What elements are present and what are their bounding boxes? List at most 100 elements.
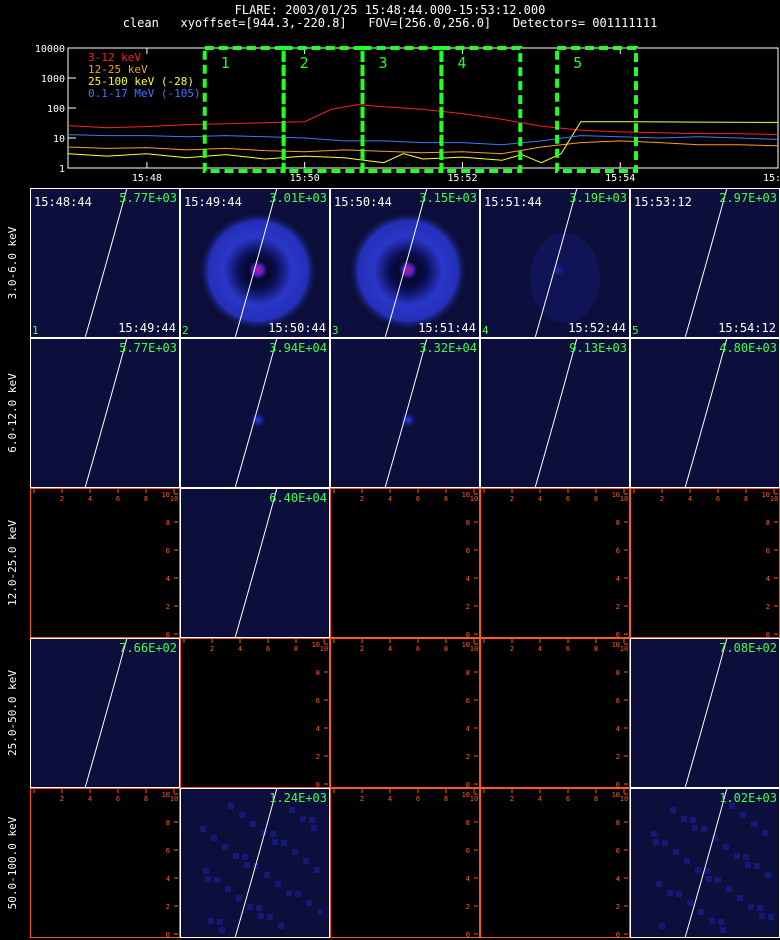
axis-tick-label: 4: [538, 795, 542, 803]
energy-band-label: 3.0-6.0 keV: [6, 226, 19, 299]
axis-tick-label: 6: [316, 697, 320, 705]
axis-tick-label: 8: [616, 669, 620, 677]
noise-speckle: [695, 867, 701, 873]
noise-speckle: [258, 913, 264, 919]
axis-tick-label: 8: [166, 519, 170, 527]
noise-speckle: [311, 825, 317, 831]
noise-speckle: [233, 853, 239, 859]
noise-speckle: [247, 904, 253, 910]
image-panel: 022446688 10 10: [330, 788, 480, 939]
noise-speckle: [264, 872, 270, 878]
image-grid: 3.0-6.0 keV 6.0-12.0 keV 12.0-25.0 keV 25.0…: [6, 187, 780, 939]
axis-tick-label: 2: [616, 753, 620, 761]
noise-speckle: [225, 886, 231, 892]
image-panel: 1.24E+03: [180, 787, 330, 939]
axis-tick-label: 6: [116, 795, 120, 803]
axis-tick-label: 6: [416, 645, 420, 653]
axis-tick-label: 8: [166, 819, 170, 827]
axis-tick-label: 6: [416, 495, 420, 503]
axis-tick-label: 4: [388, 645, 392, 653]
axis-tick-label: 10: [170, 495, 178, 503]
axis-tick-label: 8: [466, 519, 470, 527]
axis-tick-label: 2: [510, 495, 514, 503]
noise-speckle: [687, 900, 693, 906]
noise-speckle: [737, 895, 743, 901]
image-panel: 022446688 10 10: [630, 488, 780, 639]
noise-speckle: [309, 817, 315, 823]
interval-index: 2: [182, 324, 189, 337]
axis-tick-label: 4: [166, 575, 170, 583]
axis-tick-label: 8: [466, 819, 470, 827]
noise-speckle: [286, 890, 292, 896]
noise-speckle: [653, 839, 659, 845]
axis-tick-label: 10: [162, 791, 170, 799]
panel-background: [30, 338, 180, 488]
axis-tick-label: 8: [144, 495, 148, 503]
image-panel: 022446688 10 10: [480, 638, 630, 789]
axis-tick-label: 10: [762, 491, 770, 499]
noise-speckle: [205, 876, 211, 882]
axis-tick-label: 4: [766, 575, 770, 583]
axis-tick-label: 2: [166, 903, 170, 911]
noise-speckle: [676, 891, 682, 897]
panel-background: [630, 188, 780, 338]
axis-tick-label: 10: [462, 791, 470, 799]
interval-index: 3: [332, 324, 339, 337]
interval-start-time: 15:48:44: [34, 195, 92, 209]
image-panel: 5.77E+03 15:48:44 15:49:44 1: [30, 187, 180, 339]
noise-speckle: [236, 895, 242, 901]
peak-value: 7.66E+02: [119, 641, 177, 655]
axis-tick-label: 2: [466, 903, 470, 911]
axis-tick-label: 10: [162, 491, 170, 499]
panel-background: [30, 638, 180, 788]
noise-speckle: [701, 826, 707, 832]
image-panel: 3.19E+03 15:51:44 15:52:44 4: [480, 187, 630, 339]
peak-value: 4.80E+03: [719, 341, 777, 355]
axis-tick-label: 6: [466, 697, 470, 705]
noise-speckle: [762, 830, 768, 836]
peak-value: 3.32E+04: [419, 341, 477, 355]
noise-speckle: [651, 831, 657, 837]
axis-tick-label: 6: [566, 645, 570, 653]
noise-speckle: [765, 872, 771, 878]
interval-index: 1: [32, 324, 39, 337]
energy-band-label: 6.0-12.0 keV: [6, 373, 19, 453]
peak-value: 2.97E+03: [719, 191, 777, 205]
axis-tick-label: 6: [116, 495, 120, 503]
noise-speckle: [203, 868, 209, 874]
panel-background: [630, 638, 780, 788]
axis-tick-label: 6: [616, 697, 620, 705]
noise-speckle: [317, 909, 323, 915]
peak-value: 3.15E+03: [419, 191, 477, 205]
noise-speckle: [709, 918, 715, 924]
peak-value: 5.77E+03: [119, 341, 177, 355]
noise-speckle: [267, 914, 273, 920]
image-panel: 7.66E+02: [30, 637, 180, 789]
axis-tick-label: 2: [60, 495, 64, 503]
panel-background: [480, 338, 630, 488]
image-panel: 3.01E+03 15:49:44 15:50:44 2: [180, 187, 330, 339]
axis-tick-label: 8: [594, 795, 598, 803]
axis-tick-label: 4: [238, 645, 242, 653]
panel-background: [180, 638, 330, 788]
panel-background: [30, 188, 180, 338]
axis-tick-label: 6: [716, 495, 720, 503]
axis-tick-label: 2: [510, 645, 514, 653]
axis-tick-label: 2: [616, 603, 620, 611]
axis-tick-label: 8: [444, 645, 448, 653]
axis-tick-label: 6: [166, 847, 170, 855]
panel-background: [480, 788, 630, 938]
interval-end-time: 15:51:44: [418, 321, 476, 335]
image-panel: 3.15E+03 15:50:44 15:51:44 3: [330, 187, 480, 339]
noise-speckle: [748, 904, 754, 910]
peak-value: 3.94E+04: [269, 341, 327, 355]
image-panel: 022446688 10 10: [480, 788, 630, 939]
noise-speckle: [228, 803, 234, 809]
noise-speckle: [698, 909, 704, 915]
axis-tick-label: 4: [538, 645, 542, 653]
peak-value: 5.77E+03: [119, 191, 177, 205]
axis-tick-label: 4: [388, 795, 392, 803]
noise-speckle: [242, 854, 248, 860]
noise-speckle: [690, 817, 696, 823]
axis-tick-label: 8: [444, 495, 448, 503]
